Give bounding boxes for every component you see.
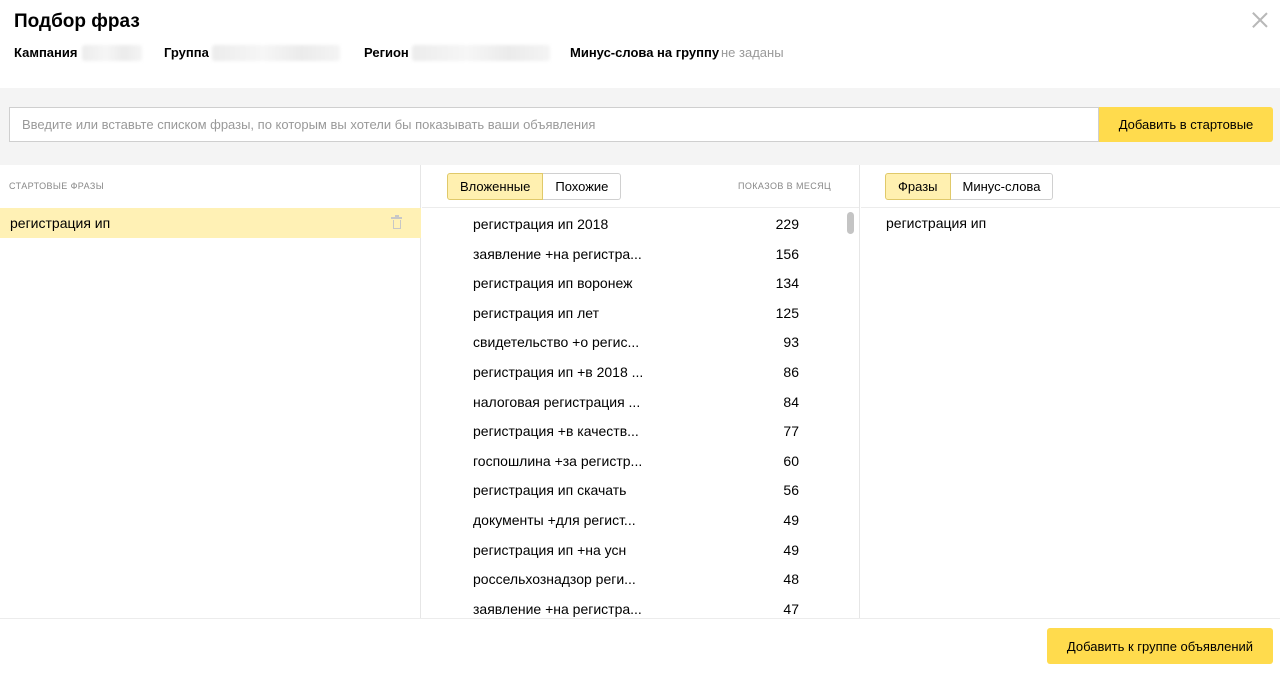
phrase-input[interactable]: [9, 107, 1099, 142]
suggestion-phrase: заявление +на регистра...: [473, 600, 642, 617]
suggestion-phrase: регистрация +в качеств...: [473, 423, 639, 440]
group-value-redacted: [212, 45, 340, 61]
suggestion-row[interactable]: регистрация ип 2018 229: [422, 209, 842, 238]
suggestion-row[interactable]: налоговая регистрация ... 84: [422, 387, 842, 416]
scrollbar-thumb[interactable]: [847, 212, 854, 234]
minus-words-value: не заданы: [721, 45, 784, 60]
trash-icon[interactable]: [391, 215, 402, 229]
suggestion-row[interactable]: госпошлина +за регистр... 60: [422, 446, 842, 475]
suggestion-row[interactable]: заявление +на регистра... 47: [422, 594, 842, 618]
suggestion-phrase: документы +для регист...: [473, 512, 636, 528]
suggestions-panel: Вложенные Похожие Показов в месяц регист…: [422, 165, 860, 618]
suggestion-phrase: регистрация ип лет: [473, 304, 599, 321]
suggestion-count: 156: [775, 245, 799, 262]
suggestion-phrase: регистрация ип +в 2018 ...: [473, 364, 644, 380]
suggestion-count: 134: [775, 275, 799, 292]
suggestion-row[interactable]: заявление +на регистра... 156: [422, 239, 842, 268]
suggestion-row[interactable]: регистрация ип воронеж 134: [422, 268, 842, 297]
divider: [422, 207, 859, 208]
suggestion-count: 229: [775, 216, 799, 232]
suggestion-row[interactable]: регистрация +в качеств... 77: [422, 416, 842, 445]
suggestion-count: 49: [783, 541, 799, 558]
suggestion-row[interactable]: регистрация ип +на усн 49: [422, 535, 842, 564]
suggestion-count: 47: [783, 600, 799, 617]
suggestion-count: 125: [775, 304, 799, 321]
start-phrase-label: регистрация ип: [10, 215, 111, 231]
tab-minus-words[interactable]: Минус-слова: [950, 173, 1054, 200]
suggestion-phrase: свидетельство +о регис...: [473, 334, 640, 351]
suggestion-row[interactable]: регистрация ип +в 2018 ... 86: [422, 357, 842, 386]
suggestion-count: 93: [783, 334, 799, 351]
suggestion-phrase: россельхознадзор реги...: [473, 571, 636, 588]
suggestion-phrase: налоговая регистрация ...: [473, 393, 641, 410]
start-phrases-panel: Стартовые фразы регистрация ип: [0, 165, 421, 618]
result-panel: Фразы Минус-слова регистрация ип: [861, 165, 1280, 618]
suggestion-phrase: регистрация ип 2018: [473, 216, 609, 232]
close-icon[interactable]: [1249, 9, 1271, 31]
result-phrase-item[interactable]: регистрация ип: [886, 215, 986, 231]
suggestion-count: 77: [783, 423, 799, 440]
suggestion-count: 86: [783, 364, 799, 380]
campaign-value-redacted: [82, 45, 142, 61]
dialog-title: Подбор фраз: [14, 11, 140, 32]
meta-bar: Кампания Группа Регион Минус-слова на гр…: [14, 45, 914, 61]
suggestion-count: 56: [783, 482, 799, 499]
footer-divider: [0, 618, 1280, 619]
divider: [861, 207, 1280, 208]
search-band: Добавить в стартовые: [0, 88, 1280, 165]
suggestion-row[interactable]: свидетельство +о регис... 93: [422, 327, 842, 356]
start-phrases-header: Стартовые фразы: [9, 181, 105, 191]
suggestion-row[interactable]: документы +для регист... 49: [422, 505, 842, 534]
suggestion-count: 48: [783, 571, 799, 588]
impressions-header: Показов в месяц: [738, 181, 832, 191]
suggestion-phrase: регистрация ип +на усн: [473, 541, 627, 558]
tab-nested[interactable]: Вложенные: [447, 173, 544, 200]
tab-phrases[interactable]: Фразы: [885, 173, 951, 200]
minus-words-label: Минус-слова на группу: [570, 45, 720, 60]
start-phrase-item[interactable]: регистрация ип: [0, 208, 421, 238]
suggestion-count: 84: [783, 393, 799, 410]
suggestion-count: 49: [783, 512, 799, 528]
suggestion-count: 60: [783, 452, 799, 469]
suggestion-phrase: госпошлина +за регистр...: [473, 452, 643, 469]
suggestion-phrase: заявление +на регистра...: [473, 245, 642, 262]
add-to-group-button[interactable]: Добавить к группе объявлений: [1047, 628, 1273, 664]
suggestion-row[interactable]: регистрация ип скачать 56: [422, 475, 842, 504]
suggestion-row[interactable]: регистрация ип лет 125: [422, 298, 842, 327]
suggestion-phrase: регистрация ип воронеж: [473, 275, 633, 292]
suggestion-row[interactable]: россельхознадзор реги... 48: [422, 564, 842, 593]
campaign-label: Кампания: [14, 45, 78, 60]
tab-similar[interactable]: Похожие: [543, 173, 622, 200]
region-value-redacted: [412, 45, 550, 61]
add-to-start-button[interactable]: Добавить в стартовые: [1099, 107, 1273, 142]
suggestion-phrase: регистрация ип скачать: [473, 482, 627, 499]
group-label: Группа: [164, 45, 209, 60]
suggestions-tabs: Вложенные Похожие: [447, 173, 622, 200]
result-tabs: Фразы Минус-слова: [885, 173, 1054, 200]
region-label: Регион: [364, 45, 409, 60]
